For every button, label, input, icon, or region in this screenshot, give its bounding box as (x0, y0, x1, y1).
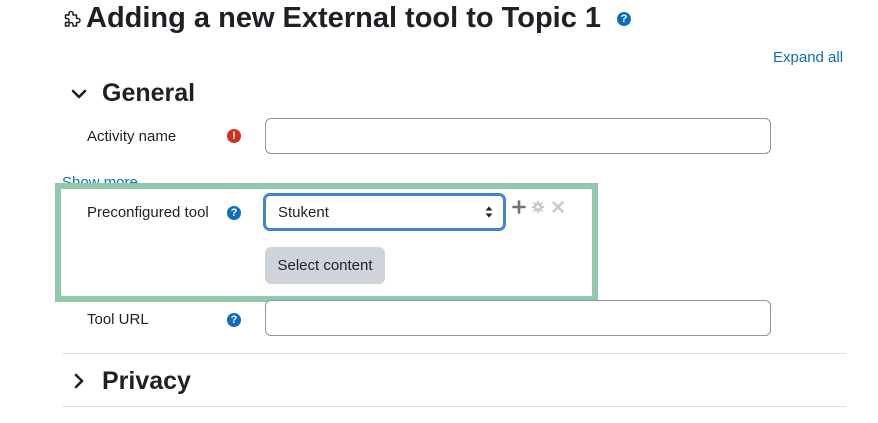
activity-name-label: Activity name (87, 128, 177, 145)
select-arrows-icon (485, 206, 493, 218)
expand-all-link[interactable]: Expand all (773, 48, 843, 68)
section-divider (62, 353, 846, 354)
required-icon-glyph: ! (232, 130, 236, 142)
help-icon-glyph: ? (230, 314, 238, 326)
help-icon-glyph: ? (230, 207, 238, 219)
help-icon[interactable]: ? (227, 313, 241, 327)
chevron-right-icon[interactable] (68, 370, 90, 392)
help-icon-glyph: ? (620, 13, 628, 25)
tool-url-input[interactable] (265, 300, 771, 336)
add-tool-icon[interactable] (512, 200, 526, 214)
help-icon[interactable]: ? (227, 206, 241, 220)
activity-name-input[interactable] (265, 118, 771, 154)
section-divider (62, 406, 846, 407)
chevron-down-icon[interactable] (68, 83, 90, 105)
section-title-general[interactable]: General (102, 78, 195, 108)
required-icon: ! (227, 129, 241, 143)
section-title-privacy[interactable]: Privacy (102, 366, 191, 396)
preconfigured-tool-label: Preconfigured tool (87, 204, 209, 221)
preconfigured-tool-select[interactable]: Stukent (263, 193, 506, 231)
close-icon[interactable] (551, 200, 565, 214)
page-title: Adding a new External tool to Topic 1 (86, 2, 602, 34)
puzzle-icon (64, 10, 81, 27)
help-icon[interactable]: ? (617, 12, 631, 26)
gear-icon[interactable] (531, 200, 545, 214)
preconfigured-tool-selected: Stukent (278, 203, 329, 221)
select-content-button[interactable]: Select content (265, 247, 385, 284)
tool-url-label: Tool URL (87, 311, 149, 328)
